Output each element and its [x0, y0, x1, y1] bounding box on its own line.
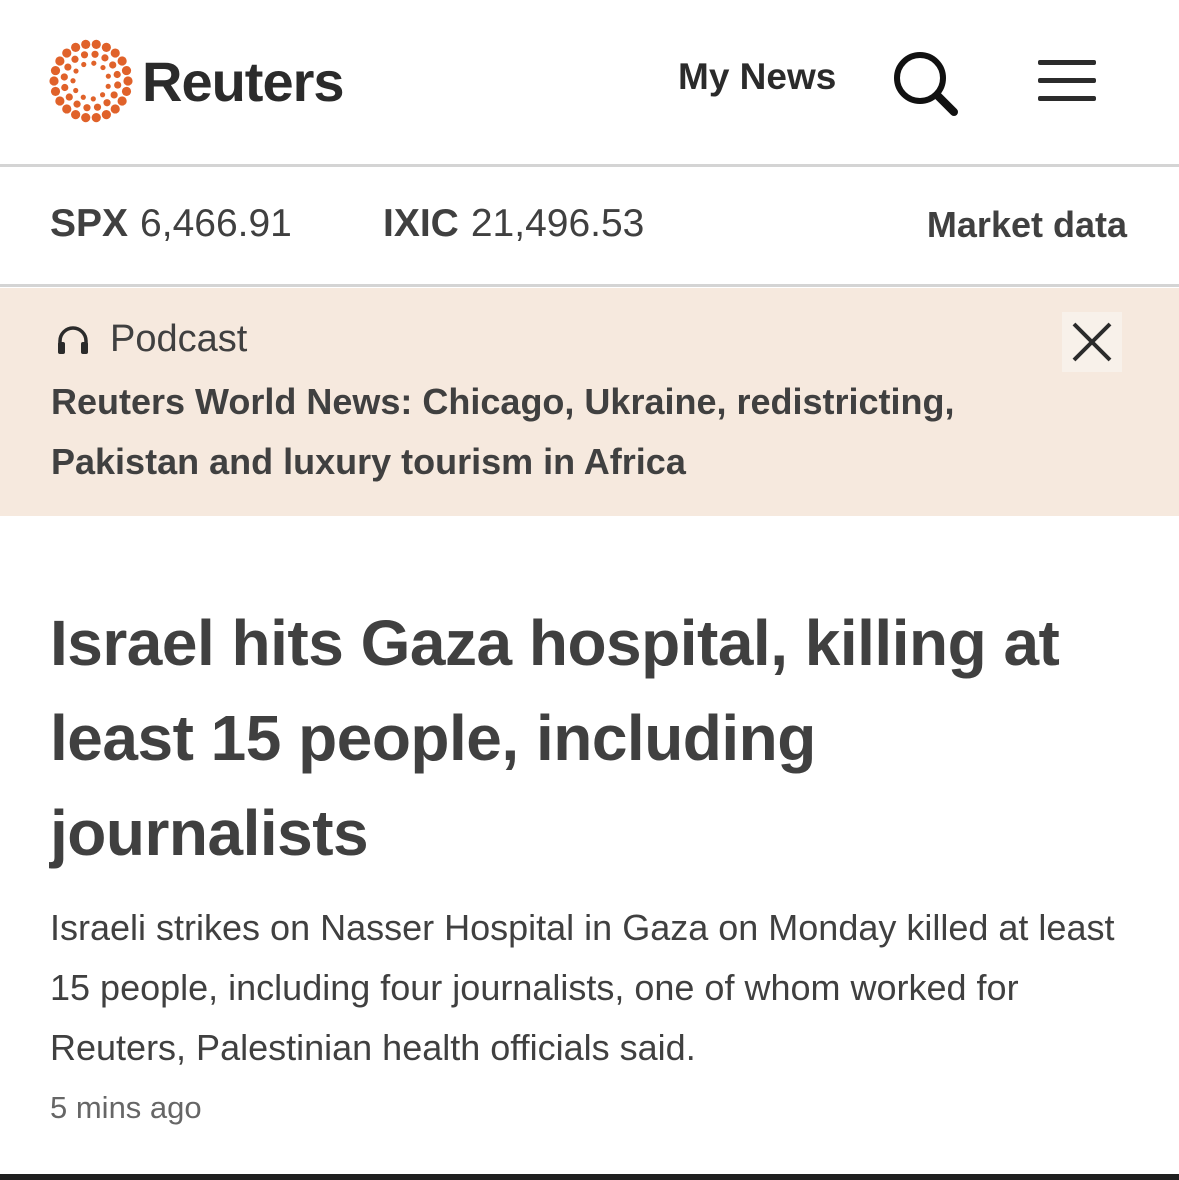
- search-button[interactable]: [890, 48, 960, 118]
- search-icon: [894, 52, 958, 116]
- logo-dot: [91, 39, 101, 49]
- logo-dot: [110, 104, 120, 114]
- reuters-logo-icon: [49, 39, 133, 123]
- logo-dot: [93, 103, 102, 111]
- podcast-banner[interactable]: Podcast Reuters World News: Chicago, Ukr…: [0, 288, 1179, 516]
- logo-dot: [117, 56, 127, 66]
- logo-dot: [81, 39, 91, 49]
- logo-dot: [117, 96, 127, 106]
- my-news-link[interactable]: My News: [678, 56, 836, 98]
- logo-dot: [103, 99, 111, 107]
- ticker-spx[interactable]: SPX 6,466.91: [50, 202, 292, 246]
- article-timestamp: 5 mins ago: [50, 1090, 202, 1125]
- header-divider: [0, 164, 1179, 167]
- article-headline[interactable]: Israel hits Gaza hospital, killing at le…: [50, 596, 1150, 881]
- logo-dot: [121, 86, 132, 97]
- market-divider: [0, 284, 1179, 287]
- logo-dot: [110, 91, 118, 99]
- logo-dot: [62, 104, 72, 114]
- logo-dot: [61, 83, 69, 92]
- logo-dot: [81, 61, 87, 68]
- ticker-value: 6,466.91: [140, 202, 292, 245]
- logo-dot: [70, 78, 76, 84]
- logo-dot: [50, 65, 61, 76]
- logo-dot: [123, 76, 133, 86]
- logo-dot: [55, 56, 65, 66]
- logo-dot: [81, 113, 91, 123]
- logo-dot: [80, 51, 89, 59]
- logo-dot: [114, 81, 122, 89]
- logo-dot: [101, 110, 111, 120]
- market-strip: SPX 6,466.91 IXIC 21,496.53 Market data: [0, 168, 1179, 284]
- logo-text: Reuters: [142, 49, 345, 113]
- logo-dot: [80, 94, 86, 100]
- ticker-symbol: SPX: [50, 202, 129, 245]
- logo-dot: [64, 63, 72, 71]
- logo-dot: [99, 92, 106, 98]
- ticker-ixic[interactable]: IXIC 21,496.53: [383, 202, 644, 246]
- logo-dot: [55, 96, 65, 106]
- logo-dot: [62, 48, 72, 58]
- logo-dot: [105, 83, 111, 89]
- logo-dot: [71, 55, 79, 63]
- close-icon: [1072, 322, 1112, 362]
- logo-dot: [90, 96, 96, 102]
- logo-dot: [65, 93, 73, 101]
- podcast-label: Podcast: [56, 318, 247, 361]
- ticker-value: 21,496.53: [470, 202, 645, 245]
- logo-dot: [73, 87, 79, 94]
- logo-dot: [113, 70, 121, 79]
- logo-dot: [101, 54, 109, 62]
- bottom-edge: [0, 1174, 1179, 1180]
- reuters-logo[interactable]: Reuters: [48, 36, 345, 126]
- menu-button[interactable]: [1038, 58, 1098, 104]
- logo-dot: [109, 61, 117, 69]
- headphones-icon: [58, 325, 88, 354]
- podcast-title[interactable]: Reuters World News: Chicago, Ukraine, re…: [51, 372, 1051, 492]
- logo-dot: [110, 48, 120, 58]
- logo-dot: [121, 65, 132, 76]
- logo-dot: [91, 113, 101, 123]
- logo-dot: [73, 68, 79, 74]
- logo-dot: [73, 100, 81, 108]
- logo-dot: [71, 110, 81, 120]
- logo-dot: [100, 64, 106, 71]
- logo-dot: [49, 76, 59, 86]
- site-header: Reuters My News: [0, 0, 1179, 166]
- podcast-label-text: Podcast: [110, 318, 248, 360]
- logo-dot: [83, 104, 91, 112]
- logo-dot: [60, 73, 68, 81]
- logo-dot: [50, 86, 61, 97]
- logo-dot: [101, 42, 111, 52]
- logo-dot: [91, 60, 97, 66]
- hamburger-menu-icon: [1038, 60, 1096, 65]
- market-data-link[interactable]: Market data: [927, 204, 1127, 246]
- ticker-symbol: IXIC: [383, 202, 459, 245]
- logo-dot: [71, 42, 81, 52]
- logo-dot: [91, 50, 99, 58]
- article-summary: Israeli strikes on Nasser Hospital in Ga…: [50, 907, 1115, 1068]
- podcast-close-button[interactable]: [1062, 312, 1122, 372]
- logo-dot: [105, 73, 111, 79]
